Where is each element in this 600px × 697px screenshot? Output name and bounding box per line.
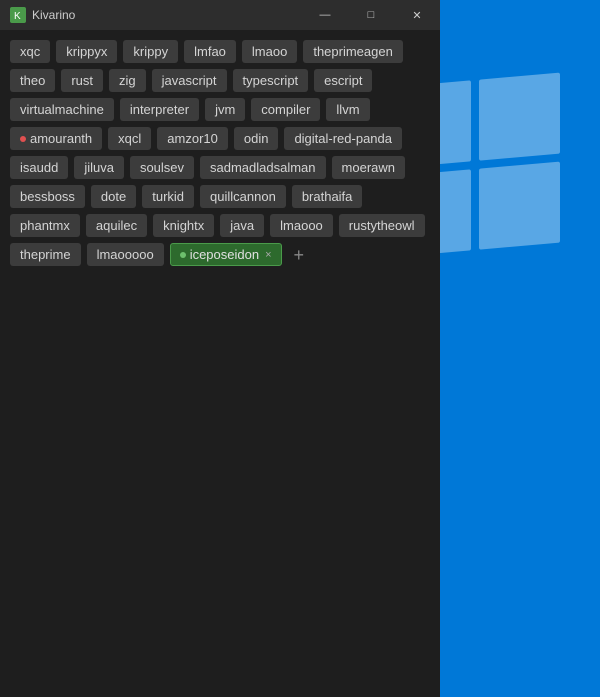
tag-bessboss[interactable]: bessboss (10, 185, 85, 208)
tag-label-brathaifa: brathaifa (302, 189, 353, 204)
tag-llvm[interactable]: llvm (326, 98, 369, 121)
tag-label-krippyx: krippyx (66, 44, 107, 59)
tag-label-xqc: xqc (20, 44, 40, 59)
tag-interpreter[interactable]: interpreter (120, 98, 199, 121)
close-button[interactable]: ✕ (394, 0, 440, 30)
maximize-button[interactable]: □ (348, 0, 394, 30)
tag-turkid[interactable]: turkid (142, 185, 194, 208)
tag-label-amzor10: amzor10 (167, 131, 218, 146)
tag-label-knightx: knightx (163, 218, 204, 233)
tag-label-digital-red-panda: digital-red-panda (294, 131, 392, 146)
tag-typescript[interactable]: typescript (233, 69, 309, 92)
tag-label-typescript: typescript (243, 73, 299, 88)
tag-xqcl[interactable]: xqcl (108, 127, 151, 150)
tag-escript[interactable]: escript (314, 69, 372, 92)
tag-label-rustytheowl: rustytheowl (349, 218, 415, 233)
tag-label-virtualmachine: virtualmachine (20, 102, 104, 117)
tag-rustytheowl[interactable]: rustytheowl (339, 214, 425, 237)
tag-label-java: java (230, 218, 254, 233)
tags-container: xqc krippyx krippy lmfao lmaoo theprimeagen th… (0, 30, 440, 276)
tag-rust[interactable]: rust (61, 69, 103, 92)
tag-label-odin: odin (244, 131, 269, 146)
tag-zig[interactable]: zig (109, 69, 146, 92)
tag-theprimeagen[interactable]: theprimeagen (303, 40, 403, 63)
tag-label-compiler: compiler (261, 102, 310, 117)
tag-lmaooooo[interactable]: lmaooooo (87, 243, 164, 266)
tag-label-quillcannon: quillcannon (210, 189, 276, 204)
tag-label-lmfao: lmfao (194, 44, 226, 59)
tag-close-iceposeidon[interactable]: × (265, 249, 271, 261)
tag-soulsev[interactable]: soulsev (130, 156, 194, 179)
title-bar: K Kivarino — □ ✕ (0, 0, 440, 30)
tag-label-escript: escript (324, 73, 362, 88)
tag-virtualmachine[interactable]: virtualmachine (10, 98, 114, 121)
tag-label-moerawn: moerawn (342, 160, 395, 175)
add-tag-button[interactable]: + (288, 243, 311, 266)
tag-label-aquilec: aquilec (96, 218, 137, 233)
tag-knightx[interactable]: knightx (153, 214, 214, 237)
tag-brathaifa[interactable]: brathaifa (292, 185, 363, 208)
tag-label-xqcl: xqcl (118, 131, 141, 146)
tag-java[interactable]: java (220, 214, 264, 237)
tag-moerawn[interactable]: moerawn (332, 156, 405, 179)
tag-iceposeidon[interactable]: iceposeidon × (170, 243, 282, 266)
tag-label-sadmadladsalman: sadmadladsalman (210, 160, 316, 175)
tag-label-llvm: llvm (336, 102, 359, 117)
tag-label-lmaooooo: lmaooooo (97, 247, 154, 262)
tag-label-amouranth: amouranth (30, 131, 92, 146)
tag-lmaooo[interactable]: lmaooo (270, 214, 333, 237)
tag-theprime[interactable]: theprime (10, 243, 81, 266)
tag-label-bessboss: bessboss (20, 189, 75, 204)
tag-label-turkid: turkid (152, 189, 184, 204)
tag-amouranth[interactable]: amouranth (10, 127, 102, 150)
tag-label-jvm: jvm (215, 102, 235, 117)
tag-javascript[interactable]: javascript (152, 69, 227, 92)
tag-lmaoo[interactable]: lmaoo (242, 40, 297, 63)
tag-label-soulsev: soulsev (140, 160, 184, 175)
tag-lmfao[interactable]: lmfao (184, 40, 236, 63)
tag-jvm[interactable]: jvm (205, 98, 245, 121)
tag-isaudd[interactable]: isaudd (10, 156, 68, 179)
tag-label-lmaoo: lmaoo (252, 44, 287, 59)
tag-label-isaudd: isaudd (20, 160, 58, 175)
tag-label-iceposeidon: iceposeidon (190, 247, 259, 262)
tag-amzor10[interactable]: amzor10 (157, 127, 228, 150)
tag-krippy[interactable]: krippy (123, 40, 178, 63)
minimize-button[interactable]: — (302, 0, 348, 30)
tag-quillcannon[interactable]: quillcannon (200, 185, 286, 208)
tag-aquilec[interactable]: aquilec (86, 214, 147, 237)
tag-phantmx[interactable]: phantmx (10, 214, 80, 237)
tag-compiler[interactable]: compiler (251, 98, 320, 121)
window-title: Kivarino (32, 8, 75, 22)
tag-label-theprimeagen: theprimeagen (313, 44, 393, 59)
tag-label-lmaooo: lmaooo (280, 218, 323, 233)
tag-dote[interactable]: dote (91, 185, 136, 208)
tag-label-jiluva: jiluva (84, 160, 114, 175)
tag-label-zig: zig (119, 73, 136, 88)
tag-label-interpreter: interpreter (130, 102, 189, 117)
tag-label-theo: theo (20, 73, 45, 88)
title-bar-controls: — □ ✕ (302, 0, 440, 30)
tag-krippyx[interactable]: krippyx (56, 40, 117, 63)
tag-label-rust: rust (71, 73, 93, 88)
svg-text:K: K (14, 11, 21, 22)
tag-sadmadladsalman[interactable]: sadmadladsalman (200, 156, 326, 179)
title-bar-left: K Kivarino (10, 7, 75, 23)
app-icon: K (10, 7, 26, 23)
tag-label-theprime: theprime (20, 247, 71, 262)
tag-jiluva[interactable]: jiluva (74, 156, 124, 179)
tag-theo[interactable]: theo (10, 69, 55, 92)
tag-label-phantmx: phantmx (20, 218, 70, 233)
app-window: K Kivarino — □ ✕ xqc krippyx krippy lmfao lm… (0, 0, 440, 697)
tag-label-javascript: javascript (162, 73, 217, 88)
tag-odin[interactable]: odin (234, 127, 279, 150)
tag-label-dote: dote (101, 189, 126, 204)
tag-digital-red-panda[interactable]: digital-red-panda (284, 127, 402, 150)
tag-label-krippy: krippy (133, 44, 168, 59)
tag-xqc[interactable]: xqc (10, 40, 50, 63)
